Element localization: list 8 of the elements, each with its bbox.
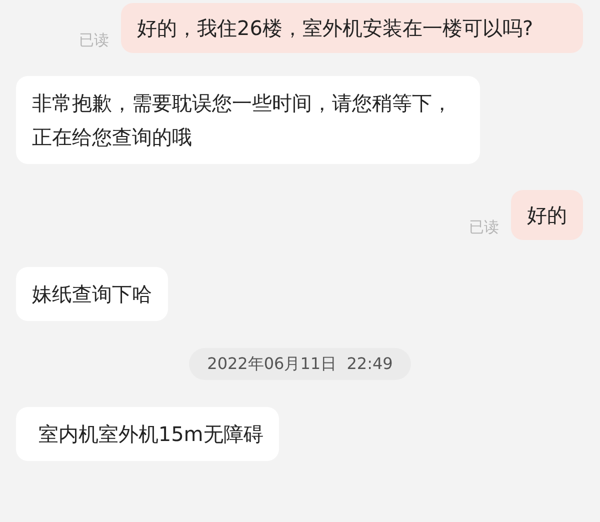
read-receipt: 已读 <box>79 30 109 50</box>
read-receipt: 已读 <box>469 216 499 238</box>
sent-message-bubble: 好的，我住26楼，室外机安装在一楼可以吗? <box>121 3 583 53</box>
sent-message-bubble: 好的 <box>511 190 583 240</box>
timestamp: 2022年06月11日 22:49 <box>189 348 411 380</box>
received-message-bubble: 室内机室外机15m无障碍 <box>16 407 280 461</box>
received-message-bubble: 妹纸查询下哈 <box>16 267 168 321</box>
received-message-bubble: 非常抱歉，需要耽误您一些时间，请您稍等下，正在给您查询的哦 <box>16 76 480 164</box>
